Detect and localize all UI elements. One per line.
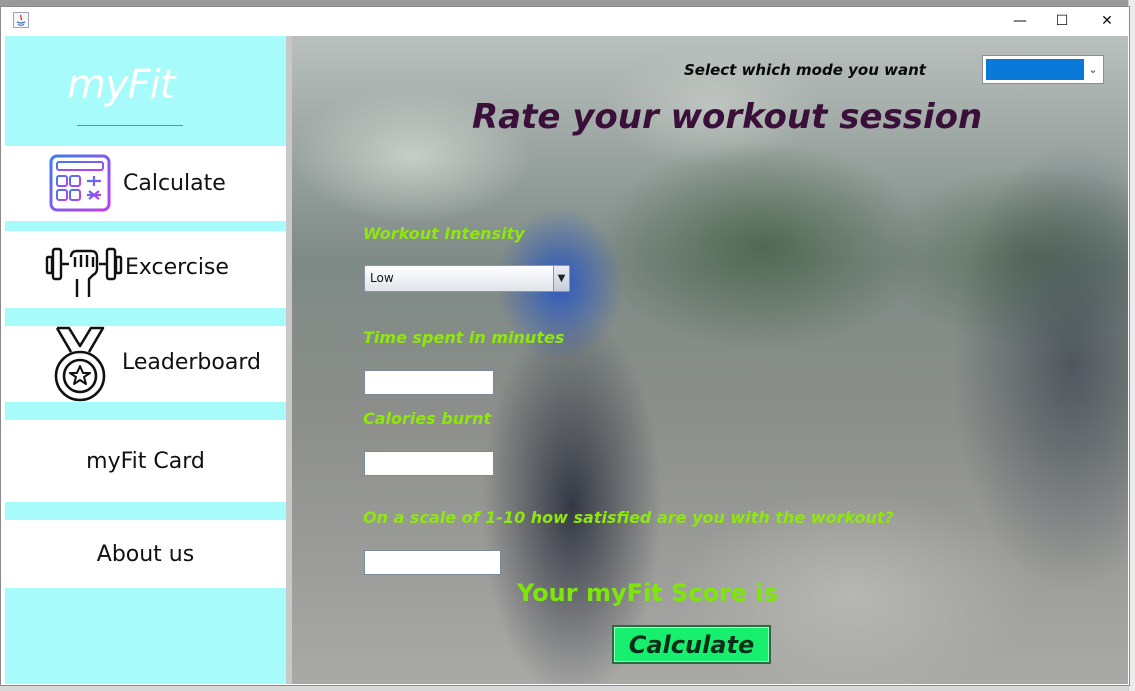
sidebar-item-calculate[interactable]: Calculate bbox=[5, 146, 286, 221]
main-panel: Select which mode you want ⌄ Rate your w… bbox=[292, 36, 1128, 684]
dropdown-arrow-icon: ▼ bbox=[553, 266, 569, 291]
dumbbell-icon bbox=[45, 247, 123, 297]
sidebar-item-leaderboard[interactable]: Leaderboard bbox=[5, 326, 286, 402]
calories-burnt-input[interactable] bbox=[364, 451, 494, 476]
sidebar-item-label: myFit Card bbox=[86, 448, 205, 474]
workout-intensity-select[interactable]: Low ▼ bbox=[364, 265, 570, 292]
page-title: Rate your workout session bbox=[472, 97, 983, 137]
calories-burnt-label: Calories burnt bbox=[363, 409, 492, 428]
satisfaction-label: On a scale of 1-10 how satisfied are you… bbox=[363, 508, 894, 527]
chevron-down-icon: ⌄ bbox=[1088, 63, 1098, 76]
myfit-score-label: Your myFit Score is bbox=[517, 579, 779, 607]
sidebar-item-label: About us bbox=[96, 541, 195, 567]
satisfaction-input[interactable] bbox=[364, 550, 501, 575]
sidebar-item-myfit-card[interactable]: myFit Card bbox=[5, 420, 286, 502]
mode-select[interactable]: ⌄ bbox=[982, 55, 1104, 84]
title-bar[interactable]: — ☐ ✕ bbox=[1, 7, 1129, 35]
calculate-button[interactable]: Calculate bbox=[612, 625, 771, 664]
calculator-icon bbox=[49, 154, 111, 212]
sidebar-item-label: Leaderboard bbox=[122, 350, 261, 375]
workout-intensity-label: Workout Intensity bbox=[363, 224, 525, 243]
sidebar-item-label: Calculate bbox=[123, 171, 226, 196]
app-window: — ☐ ✕ myFit Calculate Excercise Leaderbo… bbox=[0, 6, 1130, 686]
app-logo: myFit bbox=[67, 62, 175, 108]
time-spent-label: Time spent in minutes bbox=[363, 328, 565, 347]
calculate-button-label: Calculate bbox=[628, 630, 755, 659]
medal-icon bbox=[54, 326, 106, 402]
maximize-button[interactable]: ☐ bbox=[1039, 7, 1085, 35]
time-spent-input[interactable] bbox=[364, 370, 494, 395]
sidebar-item-label: Excercise bbox=[125, 255, 229, 280]
sidebar: myFit Calculate Excercise Leaderboard my… bbox=[5, 36, 286, 684]
sidebar-item-about-us[interactable]: About us bbox=[5, 520, 286, 588]
java-app-icon bbox=[13, 12, 29, 28]
mode-select-label: Select which mode you want bbox=[684, 61, 926, 79]
close-button[interactable]: ✕ bbox=[1084, 7, 1130, 35]
sidebar-item-exercise[interactable]: Excercise bbox=[5, 231, 286, 308]
workout-intensity-value: Low bbox=[370, 271, 394, 285]
mode-select-value bbox=[986, 59, 1084, 80]
minimize-button[interactable]: — bbox=[997, 7, 1043, 35]
client-area: myFit Calculate Excercise Leaderboard my… bbox=[5, 36, 1128, 684]
logo-underline bbox=[77, 125, 183, 126]
